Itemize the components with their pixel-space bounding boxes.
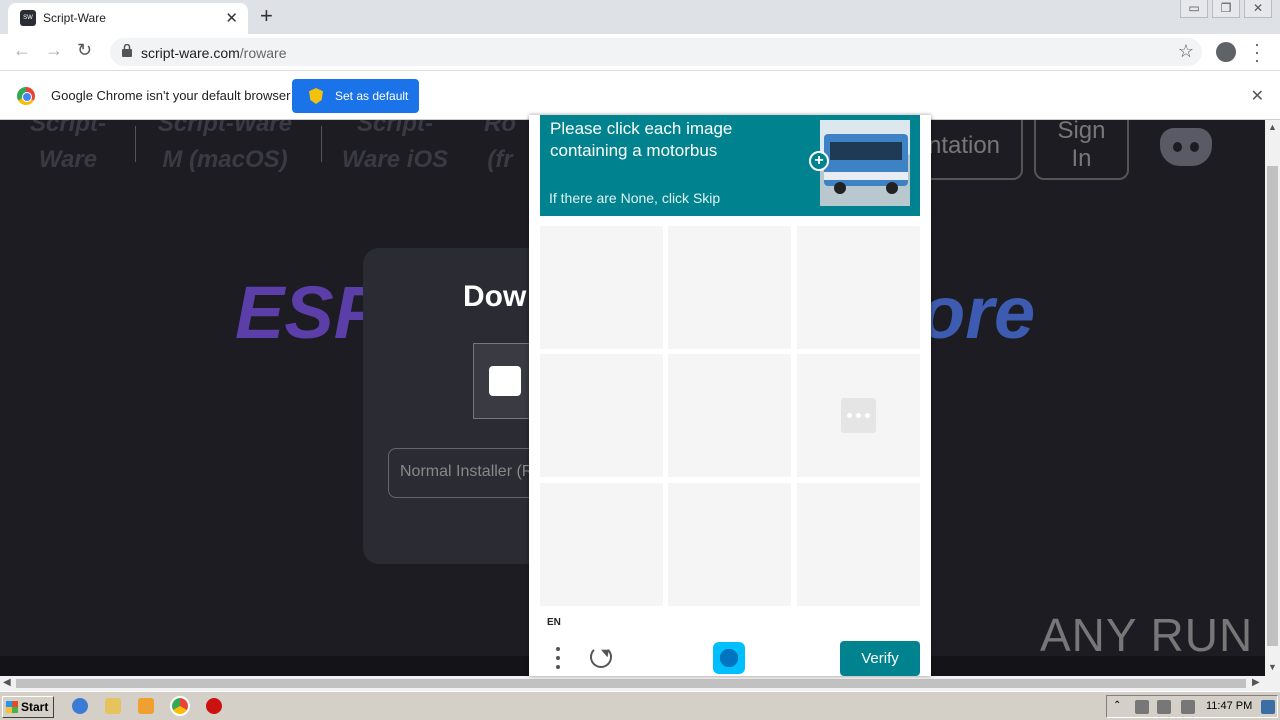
vertical-scrollbar[interactable]: ▲ ▼ [1265, 120, 1280, 676]
site-favicon: SW [20, 10, 36, 26]
new-tab-icon[interactable]: + [260, 5, 273, 27]
tab-strip: SW Script-Ware ✕ + ▭ ❐ ✕ [0, 0, 1280, 34]
horizontal-scrollbar[interactable]: ◀ ▶ [0, 676, 1280, 691]
scroll-thumb[interactable] [1267, 166, 1278, 646]
challenge-header: Please click each image containing a mot… [540, 115, 920, 216]
hero-title-right: ore [920, 271, 1036, 354]
scroll-right-icon[interactable]: ▶ [1252, 677, 1260, 688]
hero-title-left: ESP [235, 271, 384, 354]
infobar-message: Google Chrome isn't your default browser [51, 88, 291, 103]
set-as-default-button[interactable]: Set as default [292, 79, 419, 113]
ie-icon[interactable] [72, 698, 88, 714]
volume-icon[interactable] [1135, 700, 1149, 714]
tab-script-ware[interactable]: SW Script-Ware ✕ [8, 3, 248, 34]
download-title: Dow [463, 280, 527, 313]
start-button[interactable]: Start [2, 696, 54, 718]
chrome-logo-icon [17, 87, 35, 105]
windows-flag-icon [6, 701, 18, 713]
minimize-icon[interactable]: ▭ [1180, 0, 1208, 18]
image-cell[interactable] [668, 354, 791, 477]
challenge-subtext: If there are None, click Skip [549, 190, 721, 206]
chrome-taskbar-icon[interactable] [170, 696, 190, 716]
clock: 11:47 PM [1206, 700, 1253, 712]
nav-separator [321, 126, 322, 162]
challenge-prompt: Please click each image containing a mot… [550, 119, 733, 160]
profile-icon[interactable] [1216, 42, 1236, 62]
system-tray: ⌃ 11:47 PM [1106, 695, 1278, 718]
bookmark-star-icon[interactable]: ☆ [1178, 41, 1194, 62]
anyrun-watermark: ANY RUN [1040, 609, 1254, 661]
image-cell[interactable] [540, 226, 663, 349]
refresh-challenge-icon[interactable] [590, 646, 612, 668]
sign-in-button[interactable]: Sign In [1034, 120, 1129, 180]
scroll-left-icon[interactable]: ◀ [3, 677, 11, 688]
image-cell[interactable] [668, 226, 791, 349]
windows-taskbar: Start ⌃ 11:47 PM [0, 691, 1280, 720]
lock-icon [122, 44, 132, 57]
browser-toolbar: ← → ↻ script-ware.com/roware ☆ · · · [0, 34, 1280, 70]
image-cell[interactable] [797, 226, 920, 349]
nav-roware[interactable]: Ro (fr [470, 120, 530, 178]
explorer-icon[interactable] [105, 698, 121, 714]
scroll-up-icon[interactable]: ▲ [1268, 122, 1277, 132]
discord-icon[interactable] [1160, 128, 1212, 166]
nav-separator [135, 126, 136, 162]
hcaptcha-challenge: Please click each image containing a mot… [529, 115, 931, 676]
scroll-down-icon[interactable]: ▼ [1268, 662, 1277, 672]
image-cell[interactable] [668, 483, 791, 606]
tab-close-icon[interactable]: ✕ [225, 9, 238, 27]
sample-bus-image [820, 120, 910, 206]
restore-icon[interactable]: ❐ [1212, 0, 1240, 18]
image-cell[interactable] [540, 483, 663, 606]
close-window-icon[interactable]: ✕ [1244, 0, 1272, 18]
tray-expand-icon[interactable]: ⌃ [1113, 700, 1127, 714]
image-cell[interactable] [797, 354, 920, 477]
default-browser-infobar: Google Chrome isn't your default browser… [0, 70, 1280, 120]
start-label: Start [21, 700, 49, 714]
zoom-plus-icon[interactable]: + [809, 151, 829, 171]
tab-title: Script-Ware [43, 11, 106, 25]
infobar-close-icon[interactable]: ✕ [1251, 86, 1264, 106]
language-selector[interactable]: EN [547, 617, 561, 628]
loading-spinner-icon [841, 398, 876, 433]
hcaptcha-logo-icon [713, 642, 745, 674]
back-icon[interactable]: ← [13, 40, 31, 61]
verify-button[interactable]: Verify [840, 641, 920, 676]
show-desktop-icon[interactable] [1261, 700, 1275, 714]
network-icon[interactable] [1157, 700, 1171, 714]
image-grid [540, 226, 920, 606]
nav-script-ware-m[interactable]: Script-Ware M (macOS) [145, 120, 305, 178]
address-bar[interactable]: script-ware.com/roware ☆ [110, 38, 1202, 66]
opera-icon[interactable] [206, 698, 222, 714]
reload-icon[interactable]: ↻ [77, 40, 92, 61]
menu-icon[interactable]: · · · [1254, 35, 1260, 69]
set-as-default-label: Set as default [335, 89, 409, 103]
image-cell[interactable] [797, 483, 920, 606]
hscroll-thumb[interactable] [16, 679, 1246, 688]
media-player-icon[interactable] [138, 698, 154, 714]
url-text: script-ware.com/roware [141, 45, 287, 61]
nav-script-ware[interactable]: Script- Ware [18, 120, 118, 178]
more-options-icon[interactable] [553, 643, 563, 673]
nav-script-ware-ios[interactable]: Script- Ware iOS [335, 120, 455, 178]
shield-icon [309, 88, 323, 104]
forward-icon[interactable]: → [45, 40, 63, 61]
image-cell[interactable] [540, 354, 663, 477]
action-center-icon[interactable] [1181, 700, 1195, 714]
window-controls: ▭ ❐ ✕ [1180, 0, 1272, 18]
